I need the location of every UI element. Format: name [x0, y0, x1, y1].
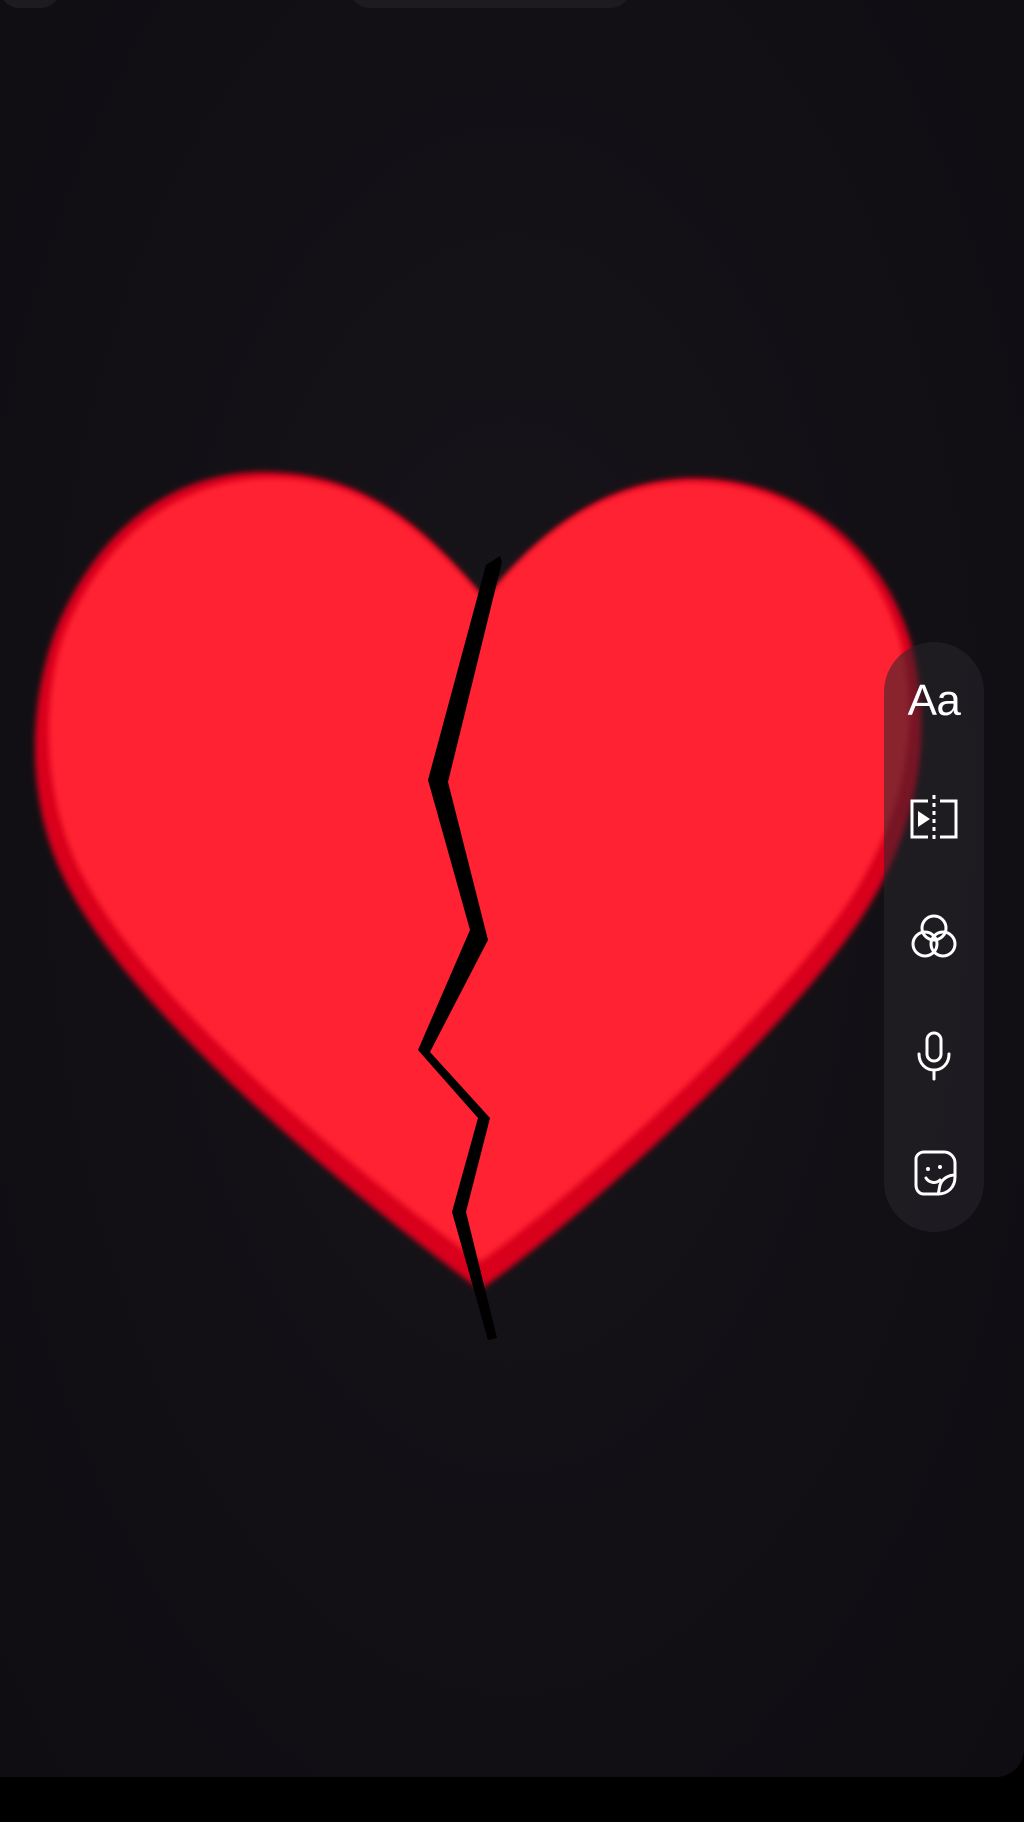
sticker-tool-button[interactable] — [884, 1114, 984, 1232]
trim-tool-button[interactable] — [884, 760, 984, 878]
filters-icon — [911, 914, 957, 958]
broken-heart-image — [35, 471, 922, 1340]
editing-toolbar: Aa — [884, 642, 984, 1232]
text-icon: Aa — [907, 676, 961, 725]
text-tool-button[interactable]: Aa — [884, 642, 984, 760]
filters-tool-button[interactable] — [884, 878, 984, 996]
microphone-icon — [917, 1031, 951, 1081]
sticker-icon — [914, 1150, 957, 1196]
clip-trim-icon — [910, 795, 958, 843]
system-navigation-bar — [0, 1777, 1024, 1822]
story-canvas: Aa — [0, 0, 1024, 1777]
voiceover-tool-button[interactable] — [884, 996, 984, 1114]
